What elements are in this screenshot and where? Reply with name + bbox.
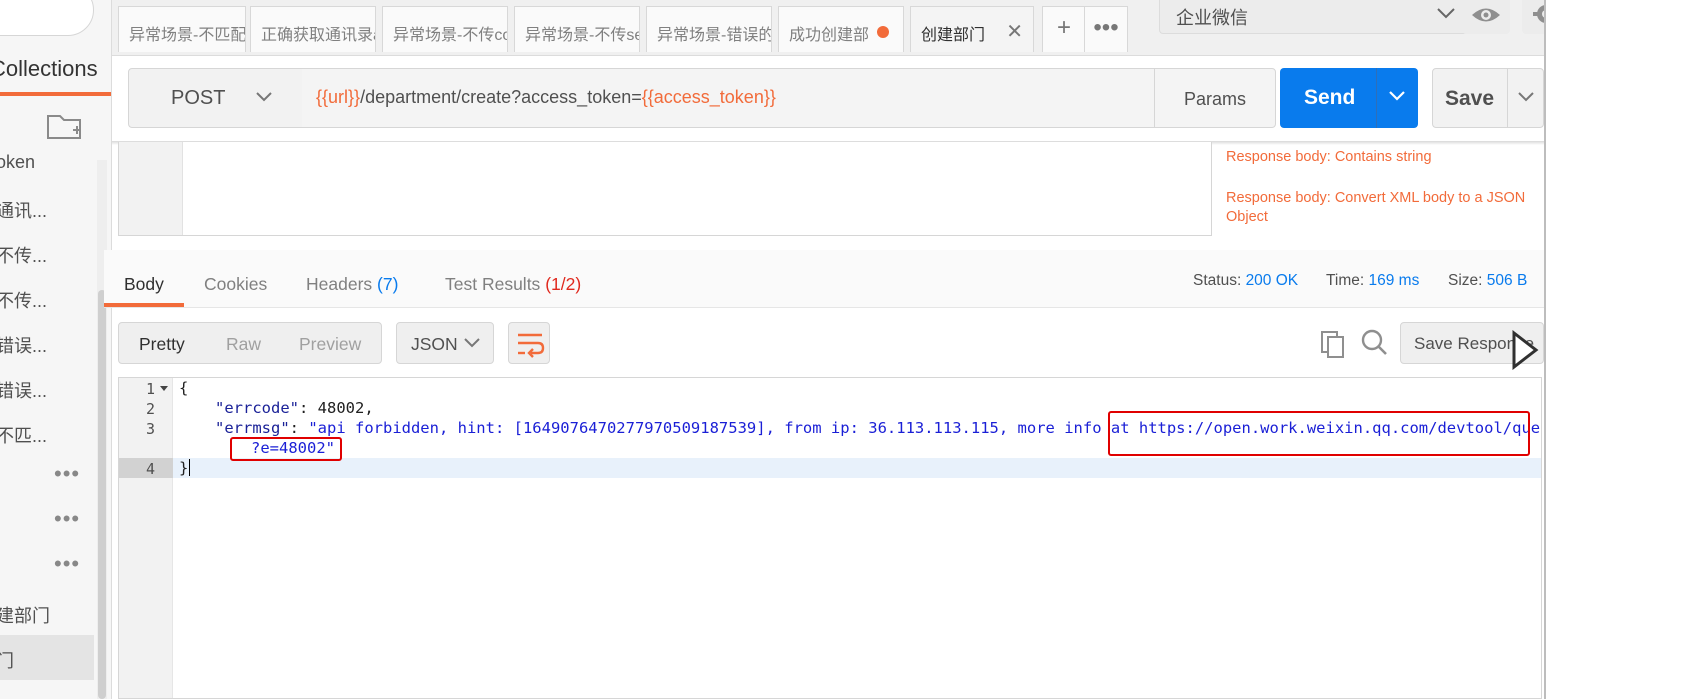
- chevron-down-icon[interactable]: [1517, 91, 1535, 103]
- window-right-edge: [1544, 0, 1706, 699]
- response-tabs: Body Cookies Headers (7) Test Results (1…: [104, 250, 1544, 308]
- wrap-lines-button[interactable]: [508, 322, 550, 364]
- annotation-box-url: [1108, 411, 1530, 456]
- size-readout: Size: 506 B: [1448, 272, 1528, 289]
- save-button[interactable]: Save: [1432, 68, 1544, 128]
- list-item[interactable]: 错误...: [0, 320, 94, 365]
- test-results-count-badge: (1/2): [545, 274, 582, 294]
- chevron-down-icon: [464, 338, 480, 348]
- format-preview-button[interactable]: Preview: [299, 334, 361, 355]
- line-number: 1: [145, 380, 155, 398]
- format-raw-button[interactable]: Raw: [226, 334, 261, 355]
- eye-icon: [1472, 8, 1500, 22]
- url-variable: {{url}}: [316, 87, 361, 107]
- more-options-icon[interactable]: •••: [0, 455, 94, 500]
- size-value: 506 B: [1486, 272, 1528, 289]
- status-readout: Status: 200 OK: [1193, 272, 1299, 289]
- list-item[interactable]: 通讯...: [0, 185, 94, 230]
- more-options-icon[interactable]: •••: [0, 500, 94, 545]
- code-line: "errcode": 48002,: [215, 399, 374, 417]
- tab-test-results[interactable]: Test Results (1/2): [445, 274, 581, 295]
- tests-editor[interactable]: [118, 142, 1212, 236]
- url-input[interactable]: {{url}}/department/create?access_token={…: [302, 68, 1182, 128]
- format-toggle-group: Pretty Raw Preview: [118, 322, 382, 364]
- params-button[interactable]: Params: [1154, 68, 1276, 128]
- snippet-link[interactable]: Response body: Convert XML body to a JSO…: [1226, 189, 1546, 227]
- line-number: 2: [145, 400, 155, 418]
- wrap-lines-icon: [518, 333, 545, 358]
- url-path: /department/create?access_token=: [360, 87, 642, 107]
- environment-select[interactable]: 企业微信: [1159, 0, 1473, 34]
- chevron-down-icon[interactable]: [1388, 90, 1406, 102]
- list-item[interactable]: 错误...: [0, 365, 94, 410]
- more-options-icon[interactable]: •••: [0, 545, 94, 590]
- new-folder-icon[interactable]: [46, 110, 84, 142]
- list-item[interactable]: 不传...: [0, 230, 94, 275]
- list-item[interactable]: 不传...: [0, 275, 94, 320]
- list-item[interactable]: 建部门: [0, 590, 94, 635]
- close-tab-icon[interactable]: ✕: [1006, 19, 1023, 44]
- request-tab[interactable]: 异常场景-不传cor: [382, 6, 508, 52]
- list-item-selected[interactable]: 门: [0, 635, 94, 680]
- code-line: }: [179, 459, 191, 477]
- request-tab[interactable]: 正确获取通讯录a: [250, 6, 376, 52]
- request-tab-active[interactable]: 创建部门 ✕: [910, 6, 1034, 52]
- fold-toggle-icon[interactable]: [160, 386, 168, 391]
- list-item[interactable]: oken: [0, 140, 94, 185]
- annotation-box-query: [230, 437, 342, 461]
- request-url-bar: POST {{url}}/department/create?access_to…: [112, 56, 1680, 142]
- url-variable: {{access_token}}: [641, 87, 776, 107]
- tab-cookies[interactable]: Cookies: [204, 274, 267, 295]
- tests-editor-gutter: [119, 142, 183, 235]
- environment-quick-look-button[interactable]: [1462, 0, 1510, 34]
- language-select[interactable]: JSON: [396, 322, 494, 364]
- chevron-down-icon: [1437, 8, 1455, 19]
- copy-icon[interactable]: [1320, 328, 1348, 358]
- send-split-divider: [1376, 68, 1377, 128]
- sidebar-scrollbar-thumb[interactable]: [98, 290, 106, 699]
- list-item[interactable]: 不匹...: [0, 410, 94, 455]
- new-tab-button[interactable]: +: [1042, 6, 1086, 52]
- time-readout: Time: 169 ms: [1326, 272, 1420, 289]
- code-line: {: [179, 379, 189, 397]
- text-cursor: [189, 459, 191, 476]
- headers-count-badge: (7): [377, 274, 399, 294]
- collections-tab-label: Collections: [0, 56, 98, 81]
- snippets-panel: Response body: Contains string Response …: [1226, 142, 1546, 227]
- tab-headers[interactable]: Headers (7): [306, 274, 398, 295]
- request-tab-bar: 异常场景-不匹配的 正确获取通讯录a 异常场景-不传cor 异常场景-不传sec…: [112, 0, 1680, 56]
- sidebar-search-input[interactable]: [0, 0, 94, 36]
- format-pretty-button[interactable]: Pretty: [139, 334, 185, 355]
- time-value: 169 ms: [1368, 272, 1420, 289]
- tab-body[interactable]: Body: [124, 274, 164, 295]
- request-tab[interactable]: 异常场景-错误的c: [646, 6, 772, 52]
- save-split-divider: [1507, 69, 1508, 127]
- active-line-highlight: [119, 458, 1541, 478]
- method-select[interactable]: POST: [128, 68, 304, 128]
- send-button[interactable]: Send: [1280, 68, 1418, 128]
- collection-list: oken 通讯... 不传... 不传... 错误... 错误... 不匹...…: [0, 140, 94, 680]
- line-number: 3: [145, 420, 155, 438]
- collections-tab[interactable]: Collections: [0, 50, 111, 96]
- sidebar: Collections oken 通讯... 不传... 不传... 错误...…: [0, 0, 112, 699]
- search-icon[interactable]: [1360, 328, 1388, 358]
- request-tab[interactable]: 异常场景-不传sec: [514, 6, 640, 52]
- play-cursor-icon: [1512, 330, 1539, 370]
- active-tab-indicator: [104, 303, 184, 307]
- tab-more-button[interactable]: •••: [1084, 6, 1128, 52]
- request-tab[interactable]: 异常场景-不匹配的: [118, 6, 246, 52]
- request-tab[interactable]: 成功创建部: [778, 6, 904, 52]
- chevron-down-icon: [256, 92, 272, 102]
- snippet-link[interactable]: Response body: Contains string: [1226, 148, 1546, 167]
- status-value: 200 OK: [1245, 272, 1299, 289]
- unsaved-dot-icon: [877, 26, 889, 38]
- line-number: 4: [145, 460, 155, 478]
